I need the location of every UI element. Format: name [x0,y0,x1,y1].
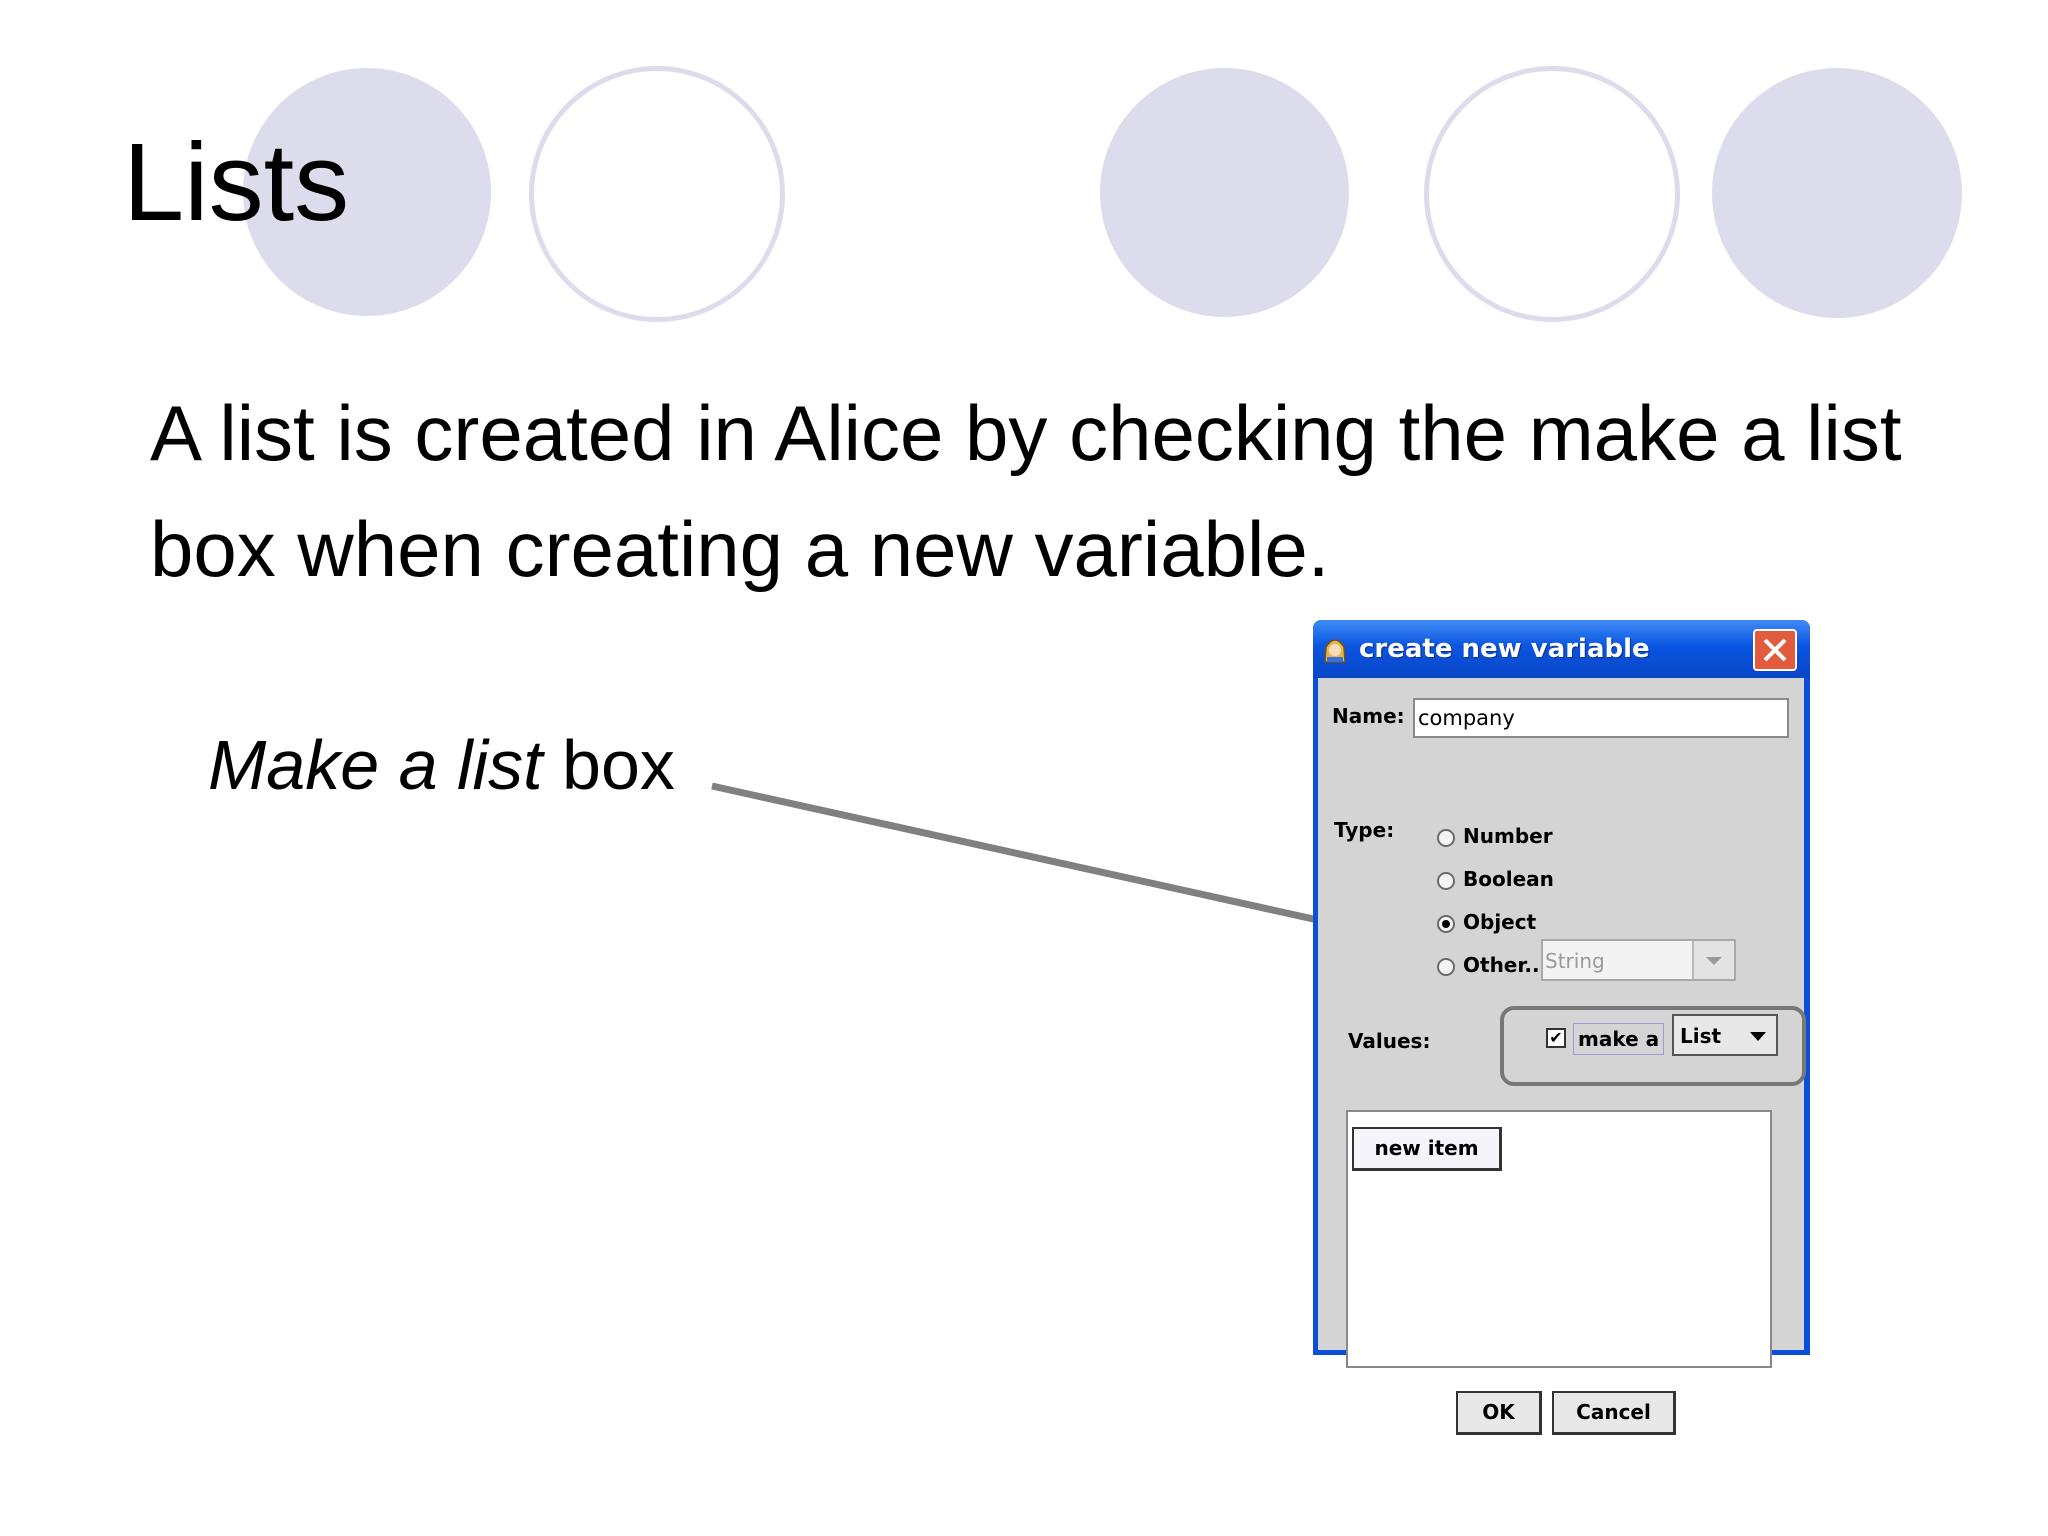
make-list-checkbox[interactable]: ✔ [1546,1028,1566,1048]
type-label: Type: [1334,818,1395,842]
dialog-body: Name: company Type: Number Boolean Objec… [1318,678,1806,1435]
chevron-down-icon [1750,1032,1766,1041]
radio-number[interactable] [1437,829,1455,847]
chevron-down-icon[interactable] [1692,941,1734,979]
annotation-label: Make a list box [208,730,675,800]
annotation-rest: box [542,726,675,804]
alice-app-icon [1324,639,1346,663]
dialog-title: create new variable [1359,634,1650,664]
close-button[interactable] [1753,629,1797,671]
name-input[interactable]: company [1413,698,1789,738]
decor-circle-4 [1424,66,1680,322]
ok-button[interactable]: OK [1456,1391,1542,1435]
decor-circle-3 [1100,68,1349,317]
radio-other[interactable] [1437,958,1455,976]
collection-type-value: List [1680,1024,1722,1048]
radio-object-label: Object [1463,910,1537,934]
values-label: Values: [1348,1029,1431,1053]
radio-boolean-label: Boolean [1463,867,1554,891]
radio-other-label: Other... [1463,953,1548,977]
create-variable-dialog: create new variable Name: company Type: … [1313,620,1810,1435]
dialog-titlebar[interactable]: create new variable [1313,620,1810,678]
annotation-italic: Make a list [208,726,543,804]
radio-number-label: Number [1463,824,1553,848]
slide-body: A list is created in Alice by checking t… [150,389,1902,593]
radio-boolean[interactable] [1437,872,1455,890]
name-label: Name: [1332,704,1405,728]
other-type-dropdown[interactable]: String [1541,939,1736,981]
new-item-button[interactable]: new item [1352,1127,1502,1171]
radio-object[interactable] [1437,915,1455,933]
cancel-button[interactable]: Cancel [1552,1391,1676,1435]
close-icon [1763,638,1787,662]
slide-title: Lists [123,121,350,244]
make-list-label[interactable]: make a [1573,1023,1665,1055]
other-type-value: String [1545,949,1605,973]
collection-type-dropdown[interactable]: List [1672,1014,1778,1056]
values-list[interactable]: new item [1346,1110,1772,1368]
decor-circle-5 [1712,68,1962,318]
decor-circle-2 [529,66,785,322]
